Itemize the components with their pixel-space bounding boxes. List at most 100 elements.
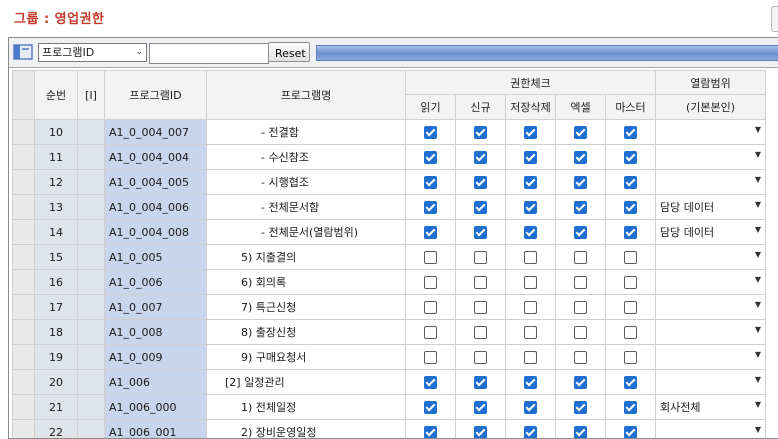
excel-checkbox[interactable] <box>574 176 587 189</box>
master-checkbox[interactable] <box>624 326 637 339</box>
dropdown-arrow-icon[interactable]: ▼ <box>755 250 761 259</box>
dropdown-arrow-icon[interactable]: ▼ <box>755 425 761 434</box>
table-row[interactable]: 19A1_0_0099) 구매요청서▼ <box>13 345 766 370</box>
new-checkbox[interactable] <box>474 226 487 239</box>
save-delete-checkbox[interactable] <box>524 151 537 164</box>
row-header[interactable] <box>13 170 35 195</box>
col-new[interactable]: 신규 <box>456 95 506 120</box>
save-delete-checkbox[interactable] <box>524 376 537 389</box>
new-checkbox[interactable] <box>474 326 487 339</box>
range-cell[interactable]: ▼ <box>656 345 766 370</box>
excel-checkbox[interactable] <box>574 326 587 339</box>
col-program-id[interactable]: 프로그램ID <box>105 71 207 120</box>
range-cell[interactable]: ▼ <box>656 295 766 320</box>
table-row[interactable]: 13A1_0_004_006- 전체문서함담당 데이터▼ <box>13 195 766 220</box>
row-header[interactable] <box>13 245 35 270</box>
col-read[interactable]: 읽기 <box>406 95 456 120</box>
read-checkbox[interactable] <box>424 376 437 389</box>
new-checkbox[interactable] <box>474 176 487 189</box>
master-checkbox[interactable] <box>624 151 637 164</box>
excel-checkbox[interactable] <box>574 276 587 289</box>
excel-checkbox[interactable] <box>574 126 587 139</box>
col-excel[interactable]: 엑셀 <box>556 95 606 120</box>
save-delete-checkbox[interactable] <box>524 201 537 214</box>
read-checkbox[interactable] <box>424 251 437 264</box>
save-delete-checkbox[interactable] <box>524 326 537 339</box>
read-checkbox[interactable] <box>424 151 437 164</box>
excel-checkbox[interactable] <box>574 251 587 264</box>
master-checkbox[interactable] <box>624 251 637 264</box>
excel-checkbox[interactable] <box>574 351 587 364</box>
row-header[interactable] <box>13 270 35 295</box>
col-save-delete[interactable]: 저장삭제 <box>506 95 556 120</box>
table-row[interactable]: 11A1_0_004_004- 수신참조▼ <box>13 145 766 170</box>
dropdown-arrow-icon[interactable]: ▼ <box>755 325 761 334</box>
save-delete-checkbox[interactable] <box>524 351 537 364</box>
save-delete-checkbox[interactable] <box>524 126 537 139</box>
excel-checkbox[interactable] <box>574 201 587 214</box>
dropdown-arrow-icon[interactable]: ▼ <box>755 350 761 359</box>
new-checkbox[interactable] <box>474 251 487 264</box>
excel-checkbox[interactable] <box>574 226 587 239</box>
row-header[interactable] <box>13 420 35 439</box>
range-cell[interactable]: 회사전체▼ <box>656 395 766 420</box>
master-checkbox[interactable] <box>624 176 637 189</box>
dropdown-arrow-icon[interactable]: ▼ <box>755 300 761 309</box>
row-header[interactable] <box>13 295 35 320</box>
dropdown-arrow-icon[interactable]: ▼ <box>755 225 761 234</box>
reset-button[interactable]: Reset <box>268 42 310 62</box>
new-checkbox[interactable] <box>474 301 487 314</box>
new-checkbox[interactable] <box>474 126 487 139</box>
row-header[interactable] <box>13 395 35 420</box>
program-select[interactable]: 프로그램ID ⌄ <box>38 43 147 62</box>
table-row[interactable]: 10A1_0_004_007- 전결함▼ <box>13 120 766 145</box>
read-checkbox[interactable] <box>424 326 437 339</box>
table-row[interactable]: 17A1_0_0077) 특근신청▼ <box>13 295 766 320</box>
master-checkbox[interactable] <box>624 126 637 139</box>
excel-checkbox[interactable] <box>574 301 587 314</box>
table-row[interactable]: 18A1_0_0088) 출장신청▼ <box>13 320 766 345</box>
master-checkbox[interactable] <box>624 351 637 364</box>
row-header[interactable] <box>13 195 35 220</box>
row-header[interactable] <box>13 370 35 395</box>
new-checkbox[interactable] <box>474 276 487 289</box>
table-row[interactable]: 21A1_006_0001) 전체일정회사전체▼ <box>13 395 766 420</box>
range-cell[interactable]: 담당 데이터▼ <box>656 195 766 220</box>
range-cell[interactable]: ▼ <box>656 420 766 439</box>
dropdown-arrow-icon[interactable]: ▼ <box>755 200 761 209</box>
save-delete-checkbox[interactable] <box>524 301 537 314</box>
table-row[interactable]: 12A1_0_004_005- 시행협조▼ <box>13 170 766 195</box>
master-checkbox[interactable] <box>624 301 637 314</box>
master-checkbox[interactable] <box>624 401 637 414</box>
save-delete-checkbox[interactable] <box>524 226 537 239</box>
read-checkbox[interactable] <box>424 401 437 414</box>
range-cell[interactable]: 담당 데이터▼ <box>656 220 766 245</box>
save-delete-checkbox[interactable] <box>524 401 537 414</box>
excel-checkbox[interactable] <box>574 151 587 164</box>
dropdown-arrow-icon[interactable]: ▼ <box>755 150 761 159</box>
row-header[interactable] <box>13 220 35 245</box>
read-checkbox[interactable] <box>424 276 437 289</box>
excel-checkbox[interactable] <box>574 401 587 414</box>
save-delete-checkbox[interactable] <box>524 251 537 264</box>
row-header[interactable] <box>13 120 35 145</box>
row-header[interactable] <box>13 320 35 345</box>
row-header[interactable] <box>13 345 35 370</box>
range-cell[interactable]: ▼ <box>656 170 766 195</box>
table-row[interactable]: 15A1_0_0055) 지출결의▼ <box>13 245 766 270</box>
dropdown-arrow-icon[interactable]: ▼ <box>755 125 761 134</box>
new-checkbox[interactable] <box>474 201 487 214</box>
col-range-default[interactable]: (기본본인) <box>656 95 766 120</box>
row-header[interactable] <box>13 145 35 170</box>
master-checkbox[interactable] <box>624 201 637 214</box>
read-checkbox[interactable] <box>424 226 437 239</box>
master-checkbox[interactable] <box>624 376 637 389</box>
col-master[interactable]: 마스터 <box>606 95 656 120</box>
col-flag[interactable]: [I] <box>78 71 105 120</box>
read-checkbox[interactable] <box>424 351 437 364</box>
dropdown-arrow-icon[interactable]: ▼ <box>755 400 761 409</box>
range-cell[interactable]: ▼ <box>656 320 766 345</box>
range-cell[interactable]: ▼ <box>656 245 766 270</box>
new-checkbox[interactable] <box>474 151 487 164</box>
table-row[interactable]: 20A1_006[2] 일정관리▼ <box>13 370 766 395</box>
